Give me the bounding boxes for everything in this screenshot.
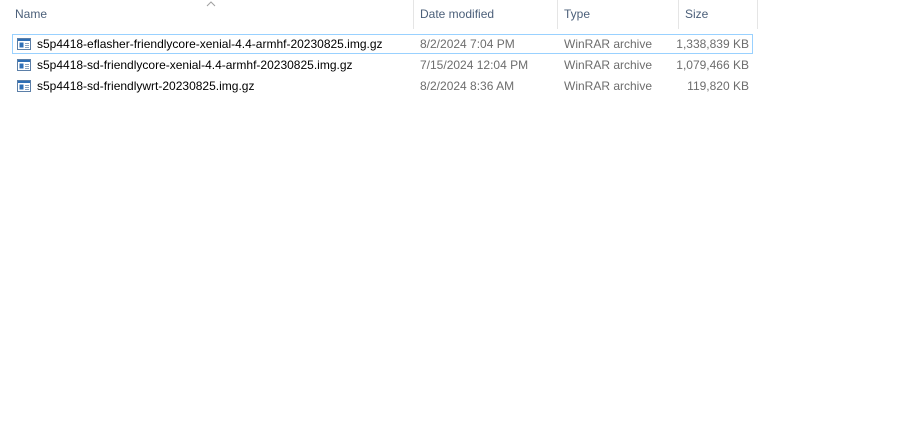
column-header-date-modified[interactable]: Date modified	[414, 0, 557, 29]
file-size: 119,820 KB	[687, 79, 749, 93]
file-row[interactable]: s5p4418-sd-friendlywrt-20230825.img.gz 8…	[12, 76, 753, 96]
winrar-archive-icon	[17, 38, 31, 50]
column-divider[interactable]	[757, 0, 758, 29]
column-header-date-label: Date modified	[420, 7, 495, 21]
file-type: WinRAR archive	[564, 37, 653, 51]
file-name[interactable]: s5p4418-eflasher-friendlycore-xenial-4.4…	[37, 35, 383, 53]
column-header-bar: Name Date modified Type Size	[0, 0, 903, 29]
file-name[interactable]: s5p4418-sd-friendlycore-xenial-4.4-armhf…	[37, 56, 353, 74]
column-header-name-label: Name	[15, 7, 48, 21]
file-date-modified: 8/2/2024 7:04 PM	[420, 37, 515, 51]
file-row[interactable]: s5p4418-eflasher-friendlycore-xenial-4.4…	[12, 34, 753, 54]
file-size: 1,079,466 KB	[676, 58, 749, 72]
file-date-modified: 8/2/2024 8:36 AM	[420, 79, 515, 93]
file-date-modified: 7/15/2024 12:04 PM	[420, 58, 529, 72]
sort-ascending-icon	[206, 1, 216, 7]
column-header-type-label: Type	[564, 7, 591, 21]
winrar-archive-icon	[17, 59, 31, 71]
column-header-size-label: Size	[685, 7, 709, 21]
column-header-size[interactable]: Size	[679, 0, 757, 29]
column-header-type[interactable]: Type	[558, 0, 678, 29]
file-size: 1,338,839 KB	[676, 37, 749, 51]
file-row[interactable]: s5p4418-sd-friendlycore-xenial-4.4-armhf…	[12, 55, 753, 75]
file-list-view: Name Date modified Type Size s5p4418-efl…	[0, 0, 903, 437]
file-type: WinRAR archive	[564, 58, 653, 72]
winrar-archive-icon	[17, 80, 31, 92]
file-type: WinRAR archive	[564, 79, 653, 93]
file-name[interactable]: s5p4418-sd-friendlywrt-20230825.img.gz	[37, 77, 254, 95]
